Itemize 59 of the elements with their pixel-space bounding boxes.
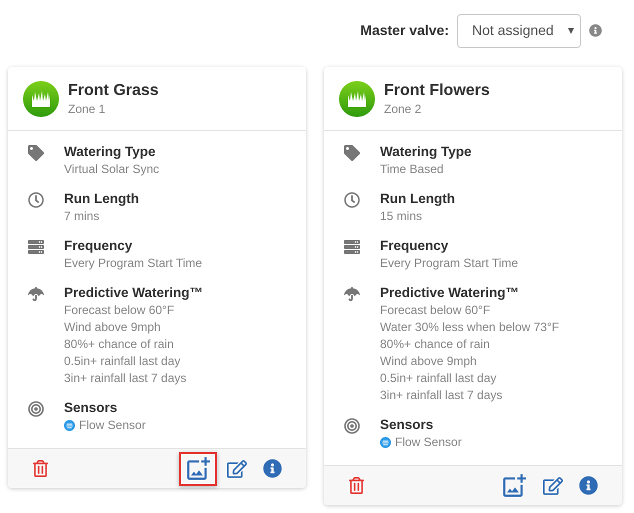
detail-value: 80%+ chance of rain <box>64 336 175 353</box>
stacked-bars-icon <box>28 239 44 255</box>
detail-label: Frequency <box>64 237 134 255</box>
info-icon <box>589 24 602 37</box>
target-icon <box>28 401 44 417</box>
target-icon <box>344 418 360 434</box>
detail-value: 80%+ chance of rain <box>380 336 491 353</box>
detail-value: 0.5in+ rainfall last day <box>380 370 498 387</box>
sensor-name: Flow Sensor <box>79 417 146 434</box>
edit-icon <box>227 458 247 478</box>
edit-icon <box>543 476 563 496</box>
master-valve-label: Master valve: <box>360 21 449 40</box>
zone-title: Front Flowers <box>384 80 490 100</box>
clock-icon <box>344 192 360 208</box>
info-icon <box>579 476 598 495</box>
detail-value: Every Program Start Time <box>64 255 202 272</box>
detail-value: Every Program Start Time <box>380 255 518 272</box>
detail-label: Frequency <box>380 237 450 255</box>
detail-value: Time Based <box>380 161 445 178</box>
tag-icon <box>344 145 360 161</box>
info-icon <box>263 459 282 478</box>
master-valve-select[interactable]: Not assigned <box>457 14 581 48</box>
detail-label: Watering Type <box>380 143 472 161</box>
add-image-button[interactable] <box>179 452 217 486</box>
detail-value: Wind above 9mph <box>64 319 162 336</box>
detail-value: 0.5in+ rainfall last day <box>64 353 182 370</box>
detail-value: 3in+ rainfall last 7 days <box>380 387 504 404</box>
detail-value: Forecast below 60°F <box>380 302 492 319</box>
detail-label: Predictive Watering™ <box>64 284 204 302</box>
detail-value: 7 mins <box>64 208 100 225</box>
zone-number: Zone 1 <box>68 100 106 116</box>
flow-sensor-icon <box>380 437 391 448</box>
clock-icon <box>28 192 44 208</box>
detail-label: Predictive Watering™ <box>380 284 520 302</box>
zone-number: Zone 2 <box>384 100 422 116</box>
detail-value: Water 30% less when below 73°F <box>380 319 560 336</box>
add-image-icon <box>501 472 527 498</box>
trash-icon <box>348 477 365 494</box>
detail-value: Wind above 9mph <box>380 353 478 370</box>
flow-sensor-icon <box>64 420 75 431</box>
detail-value: Forecast below 60°F <box>64 302 176 319</box>
add-image-icon <box>185 456 211 482</box>
tag-icon <box>28 145 44 161</box>
umbrella-icon <box>28 286 44 302</box>
stacked-bars-icon <box>344 239 360 255</box>
detail-label: Sensors <box>64 399 118 417</box>
detail-label: Run Length <box>64 190 139 208</box>
grass-icon <box>339 80 375 116</box>
detail-label: Run Length <box>380 190 455 208</box>
sensor-name: Flow Sensor <box>395 434 462 451</box>
detail-value: Virtual Solar Sync <box>64 161 160 178</box>
umbrella-icon <box>344 286 360 302</box>
trash-icon <box>32 460 49 477</box>
detail-label: Watering Type <box>64 143 157 161</box>
detail-value: 3in+ rainfall last 7 days <box>64 370 188 387</box>
detail-value: 15 mins <box>380 208 424 225</box>
detail-label: Sensors <box>380 416 434 434</box>
grass-icon <box>23 80 59 116</box>
zone-title: Front Grass <box>68 80 159 100</box>
